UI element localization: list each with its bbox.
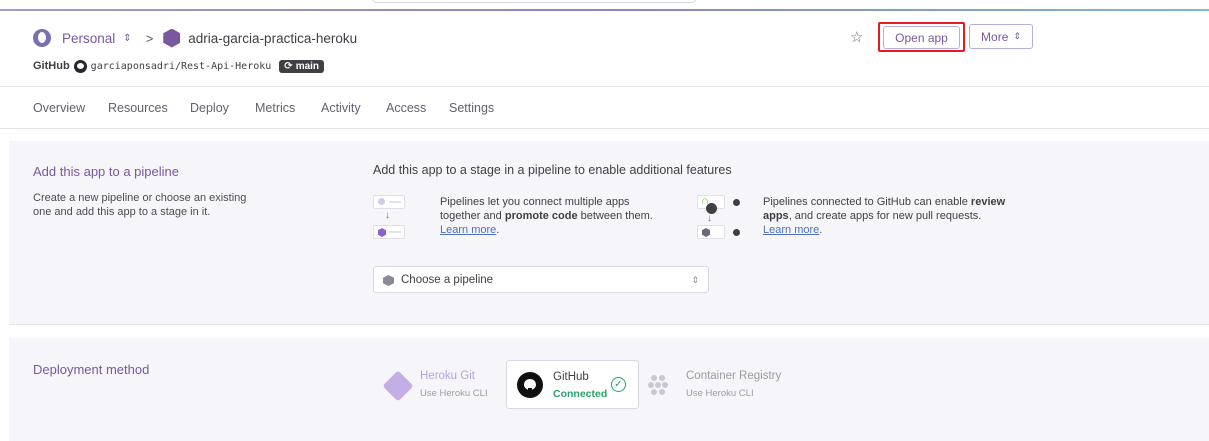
personal-avatar-icon [33, 29, 51, 47]
method-name: Container Registry [686, 370, 782, 382]
tab-access[interactable]: Access [386, 101, 426, 115]
favorite-star-icon[interactable]: ☆ [850, 28, 863, 46]
pipeline-intro: Add this app to a stage in a pipeline to… [373, 163, 732, 177]
pipeline-icon [383, 275, 394, 286]
container-registry-icon[interactable] [648, 374, 671, 395]
method-name: GitHub [553, 371, 589, 383]
app-header: Personal ⇕ > adria-garcia-practica-herok… [0, 11, 1209, 87]
app-hexagon-icon [163, 28, 181, 48]
choose-pipeline-value: Choose a pipeline [401, 274, 494, 286]
top-strip [0, 0, 1209, 9]
app-name: adria-garcia-practica-heroku [188, 30, 358, 46]
open-app-button[interactable]: Open app [883, 26, 960, 49]
chevron-up-down-icon[interactable]: ⇕ [123, 33, 131, 44]
account-switcher[interactable]: Personal [62, 31, 115, 46]
learn-more-link[interactable]: Learn more [763, 224, 819, 236]
tab-metrics[interactable]: Metrics [255, 101, 295, 115]
chevron-up-down-icon: ⇕ [1013, 31, 1021, 41]
breadcrumb: Personal ⇕ > adria-garcia-practica-herok… [33, 27, 357, 49]
search-bar-edge[interactable] [372, 0, 696, 3]
github-connection: GitHub garciaponsadri/Rest-Api-Heroku ⟳ … [33, 58, 325, 74]
pipeline-diagram-icon: ↓ [373, 195, 423, 245]
pipeline-section-title: Add this app to a pipeline [33, 164, 179, 179]
sync-icon: ⟳ [284, 60, 293, 72]
deployment-section-title: Deployment method [33, 362, 150, 377]
more-label: More [981, 29, 1009, 44]
learn-more-link[interactable]: Learn more [440, 224, 496, 236]
tab-settings[interactable]: Settings [449, 101, 494, 115]
chevron-up-down-icon: ⇕ [691, 275, 699, 285]
more-button[interactable]: More ⇕ [969, 24, 1033, 49]
github-icon [517, 372, 543, 398]
breadcrumb-separator: > [145, 30, 154, 46]
tab-deploy[interactable]: Deploy [190, 101, 229, 115]
repo-link[interactable]: garciaponsadri/Rest-Api-Heroku [91, 61, 272, 72]
tab-resources[interactable]: Resources [108, 101, 168, 115]
github-review-diagram-icon: ∩ ↓ [697, 195, 747, 245]
tab-activity[interactable]: Activity [321, 101, 361, 115]
tab-overview[interactable]: Overview [33, 101, 85, 115]
method-github-card[interactable]: GitHub Connected ✓ [506, 360, 639, 409]
branch-name: main [295, 60, 320, 72]
connected-status: Connected [553, 388, 608, 400]
github-icon [73, 59, 87, 73]
check-circle-icon: ✓ [611, 377, 626, 392]
github-feature-text: Pipelines connected to GitHub can enable… [763, 196, 1006, 236]
branch-badge: ⟳ main [279, 59, 325, 73]
method-name: Heroku Git [420, 370, 475, 382]
github-label: GitHub [33, 60, 70, 72]
method-sub: Use Heroku CLI [420, 388, 488, 399]
pipeline-desc-line2: one and add this app to a stage in it. [33, 206, 211, 218]
pipeline-feature-text: Pipelines let you connect multiple apps … [440, 196, 653, 236]
app-tabs: Overview Resources Deploy Metrics Activi… [0, 88, 1209, 129]
pipeline-desc-line1: Create a new pipeline or choose an exist… [33, 192, 247, 204]
method-sub: Use Heroku CLI [686, 388, 754, 399]
choose-pipeline-select[interactable]: Choose a pipeline ⇕ [373, 266, 709, 293]
